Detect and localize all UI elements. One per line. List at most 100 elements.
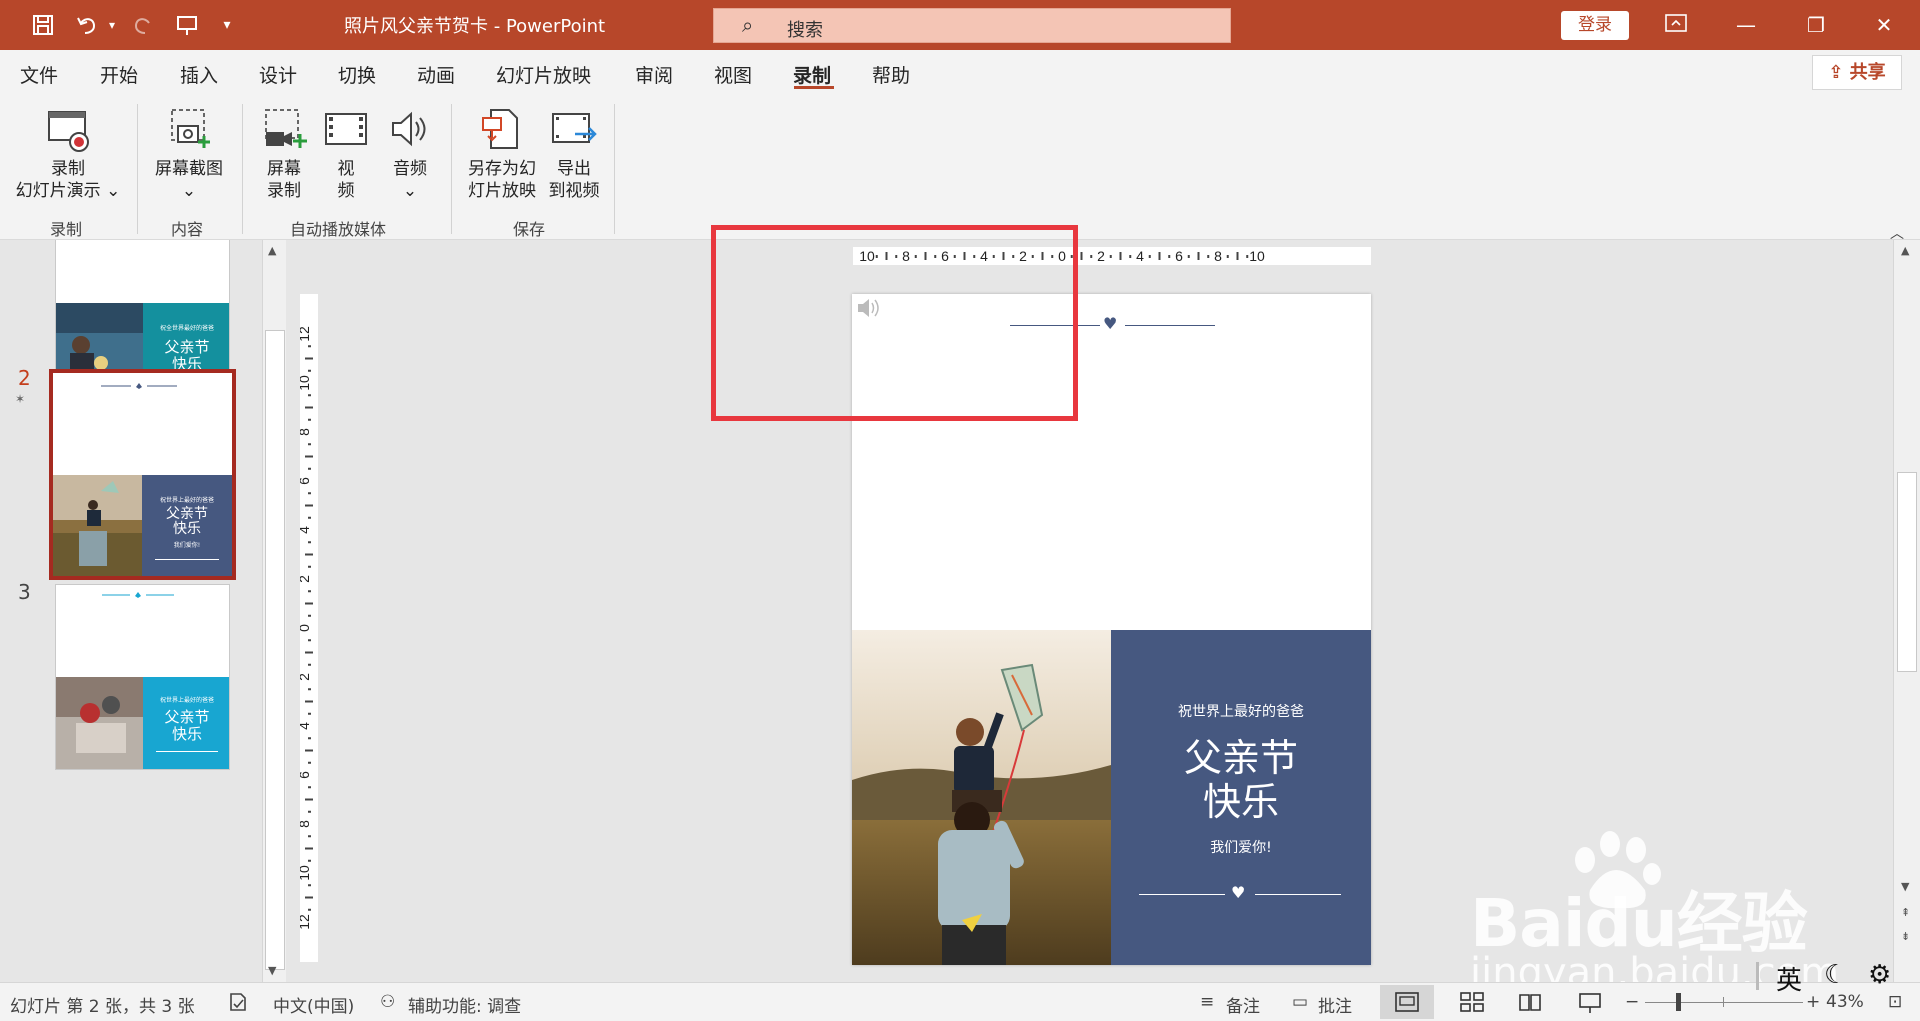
slide-photo[interactable] bbox=[852, 630, 1111, 965]
ruler-tick-mark bbox=[308, 418, 311, 421]
export-video-label2: 到视频 bbox=[548, 181, 600, 201]
ruler-tick-mark bbox=[305, 602, 313, 605]
slide-number-2: 2 bbox=[18, 366, 31, 390]
group-label-content: 内容 bbox=[171, 220, 204, 239]
export-video-icon bbox=[552, 113, 597, 143]
ribbon-display-icon[interactable] bbox=[1656, 10, 1696, 40]
tab-help[interactable]: 帮助 bbox=[872, 61, 910, 88]
accessibility-status[interactable]: 辅助功能: 调查 bbox=[408, 992, 521, 1017]
tab-transitions[interactable]: 切换 bbox=[338, 61, 376, 88]
ruler-tick-mark bbox=[305, 847, 313, 850]
ruler-tick-mark bbox=[308, 565, 311, 568]
next-slide-icon[interactable]: ⇟ bbox=[1901, 930, 1910, 943]
tab-view[interactable]: 视图 bbox=[714, 61, 752, 88]
ruler-tick-mark bbox=[305, 357, 313, 360]
close-icon[interactable]: ✕ bbox=[1864, 10, 1904, 40]
tab-design[interactable]: 设计 bbox=[259, 61, 297, 88]
ruler-tick-mark bbox=[308, 590, 311, 593]
share-button[interactable]: ⇪ 共享 bbox=[1812, 55, 1902, 90]
ime-moon-icon[interactable]: ☾ bbox=[1824, 960, 1847, 990]
ruler-tick-mark bbox=[308, 859, 311, 862]
tab-review[interactable]: 审阅 bbox=[635, 61, 673, 88]
scroll-up-icon[interactable]: ▲ bbox=[268, 244, 276, 257]
scroll-down-icon[interactable]: ▼ bbox=[1901, 880, 1909, 893]
save-icon[interactable] bbox=[26, 10, 60, 40]
customize-qat-icon[interactable]: ▾ bbox=[214, 10, 240, 40]
scroll-up-icon[interactable]: ▲ bbox=[1901, 244, 1909, 257]
ruler-tick-label: 2 bbox=[300, 673, 312, 681]
minimize-icon[interactable]: — bbox=[1726, 10, 1766, 40]
export-to-video-button[interactable]: 导出 到视频 bbox=[544, 106, 604, 202]
ribbon: 录制 幻灯片演示 ⌄ 录制 屏幕截图 ⌄ 内容 屏幕 录制 视 频 音频 ⌄ 自… bbox=[0, 96, 1920, 242]
slide-count[interactable]: 幻灯片 第 2 张，共 3 张 bbox=[10, 992, 195, 1017]
spellcheck-icon[interactable] bbox=[227, 992, 249, 1017]
screen-recording-button[interactable]: 屏幕 录制 bbox=[254, 106, 314, 202]
ruler-tick-label: 6 bbox=[300, 771, 312, 779]
tab-home[interactable]: 开始 bbox=[100, 61, 138, 88]
tab-recording[interactable]: 录制 bbox=[793, 61, 831, 88]
ruler-tick-mark bbox=[308, 492, 311, 495]
ruler-tick-mark bbox=[308, 541, 311, 544]
slideshow-view-icon[interactable] bbox=[1578, 992, 1602, 1019]
ime-handle[interactable] bbox=[1756, 962, 1759, 990]
ruler-tick-mark bbox=[305, 749, 313, 752]
ruler-tick-mark bbox=[308, 688, 311, 691]
zoom-out-icon[interactable]: − bbox=[1625, 992, 1639, 1012]
record-label-line2: 幻灯片演示 bbox=[15, 181, 101, 201]
thumb2-title: 父亲节 快乐 bbox=[142, 507, 232, 537]
ruler-tick-mark bbox=[308, 394, 311, 397]
ruler-tick-mark bbox=[1090, 255, 1093, 258]
ruler-tick-mark bbox=[308, 663, 311, 666]
notes-icon[interactable]: ≡ bbox=[1200, 992, 1214, 1012]
ruler-tick-mark bbox=[305, 651, 313, 654]
zoom-slider-thumb[interactable] bbox=[1676, 993, 1681, 1011]
undo-icon[interactable] bbox=[70, 10, 104, 40]
undo-dropdown-icon[interactable]: ▾ bbox=[104, 10, 120, 40]
thumbnail-scrollbar[interactable]: ▲ ▼ bbox=[262, 240, 286, 982]
redo-icon[interactable] bbox=[126, 10, 160, 40]
video-button[interactable]: 视 频 bbox=[320, 106, 372, 202]
tab-slideshow[interactable]: 幻灯片放映 bbox=[496, 61, 591, 88]
scroll-thumb[interactable] bbox=[1897, 472, 1917, 672]
accessibility-icon[interactable]: ⚇ bbox=[380, 992, 395, 1012]
reading-view-icon[interactable] bbox=[1518, 992, 1542, 1017]
tab-file[interactable]: 文件 bbox=[20, 61, 58, 88]
slide-sorter-icon[interactable] bbox=[1460, 992, 1484, 1017]
scroll-thumb[interactable] bbox=[265, 330, 285, 970]
notes-button[interactable]: 备注 bbox=[1226, 992, 1260, 1017]
ime-settings-icon[interactable]: ⚙ bbox=[1868, 960, 1891, 990]
ruler-tick-label: 10 bbox=[300, 865, 312, 881]
ruler-tick-label: 8 bbox=[300, 820, 312, 828]
scroll-down-icon[interactable]: ▼ bbox=[268, 964, 276, 977]
ruler-tick-mark bbox=[308, 639, 311, 642]
slide-thumbnail-2[interactable]: 祝世界上最好的爸爸 父亲节 快乐 我们爱你! bbox=[49, 369, 236, 580]
greeting-panel[interactable]: 祝世界上最好的爸爸 父亲节 快乐 我们爱你! ♥ bbox=[1111, 630, 1371, 965]
presentation-icon[interactable] bbox=[170, 10, 204, 40]
ruler-tick-mark bbox=[1197, 252, 1200, 260]
screenshot-button[interactable]: 屏幕截图 ⌄ bbox=[148, 106, 230, 202]
login-button[interactable]: 登录 bbox=[1561, 11, 1629, 40]
restore-icon[interactable]: ❐ bbox=[1796, 10, 1836, 40]
save-as-slideshow-button[interactable]: 另存为幻 灯片放映 bbox=[462, 106, 542, 202]
normal-view-button[interactable] bbox=[1380, 985, 1434, 1019]
tab-insert[interactable]: 插入 bbox=[180, 61, 218, 88]
previous-slide-icon[interactable]: ⇞ bbox=[1901, 906, 1910, 919]
thumb3-title: 父亲节 快乐 bbox=[143, 709, 229, 743]
title-bar: ▾ ▾ 照片风父亲节贺卡 - PowerPoint ⌕ 搜索 登录 — ❐ ✕ bbox=[0, 0, 1920, 50]
zoom-slider[interactable] bbox=[1645, 1002, 1803, 1003]
audio-button[interactable]: 音频 ⌄ bbox=[380, 106, 440, 202]
search-box[interactable]: ⌕ 搜索 bbox=[713, 8, 1231, 43]
comments-icon[interactable]: ▭ bbox=[1292, 992, 1308, 1012]
ribbon-tabs: 文件 开始 插入 设计 切换 动画 幻灯片放映 审阅 视图 录制 帮助 bbox=[0, 50, 1920, 96]
language-indicator[interactable]: 中文(中国) bbox=[273, 992, 354, 1017]
record-slideshow-button[interactable]: 录制 幻灯片演示 ⌄ bbox=[12, 110, 124, 202]
ruler-tick-mark bbox=[308, 884, 311, 887]
thumb3-divider bbox=[156, 751, 218, 752]
screenshot-label: 屏幕截图 bbox=[155, 159, 223, 179]
slide-thumbnail-3[interactable]: 祝世界上最好的爸爸 父亲节 快乐 bbox=[55, 584, 230, 770]
canvas-scrollbar[interactable]: ▲ ▼ ⇞ ⇟ bbox=[1893, 240, 1920, 982]
ime-language[interactable]: 英 bbox=[1776, 960, 1802, 997]
comments-button[interactable]: 批注 bbox=[1318, 992, 1352, 1017]
screenshot-icon bbox=[171, 109, 210, 148]
tab-animations[interactable]: 动画 bbox=[417, 61, 455, 88]
